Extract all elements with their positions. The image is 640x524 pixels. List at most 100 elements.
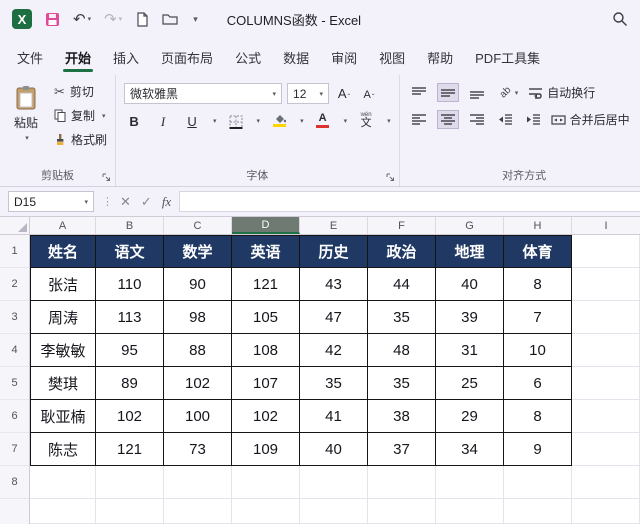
row-number[interactable]: 5: [0, 367, 29, 400]
empty-cell[interactable]: [164, 466, 232, 499]
decrease-font-button[interactable]: Aˇ: [359, 84, 379, 104]
table-cell[interactable]: 8: [504, 400, 572, 433]
qat-customize-button[interactable]: ▾: [191, 14, 198, 24]
underline-button[interactable]: U: [182, 111, 202, 131]
align-center-button[interactable]: [436, 110, 459, 129]
font-dialog-launcher[interactable]: [385, 172, 395, 182]
chevron-down-icon[interactable]: ▾: [257, 117, 261, 125]
row-number[interactable]: 1: [0, 235, 29, 268]
empty-cell[interactable]: [368, 499, 436, 524]
table-cell[interactable]: 6: [504, 367, 572, 400]
tab-review[interactable]: 审阅: [320, 38, 368, 75]
empty-cell[interactable]: [30, 466, 96, 499]
cut-button[interactable]: ✂ 剪切: [54, 83, 107, 100]
table-cell[interactable]: 9: [504, 433, 572, 466]
empty-cell[interactable]: [572, 367, 640, 400]
table-cell[interactable]: 89: [96, 367, 164, 400]
table-cell[interactable]: 102: [164, 367, 232, 400]
formula-input[interactable]: [179, 191, 640, 212]
table-cell[interactable]: 35: [368, 301, 436, 334]
table-cell[interactable]: 102: [96, 400, 164, 433]
name-box[interactable]: D15 ▾: [8, 191, 94, 212]
col-header-i[interactable]: I: [572, 217, 640, 234]
table-cell[interactable]: 周涛: [30, 301, 96, 334]
search-button[interactable]: [612, 11, 628, 27]
tab-insert[interactable]: 插入: [102, 38, 150, 75]
empty-cell[interactable]: [572, 268, 640, 301]
table-cell[interactable]: 李敏敏: [30, 334, 96, 367]
tab-formulas[interactable]: 公式: [224, 38, 272, 75]
table-header-cell[interactable]: 语文: [96, 235, 164, 268]
table-cell[interactable]: 121: [96, 433, 164, 466]
table-cell[interactable]: 37: [368, 433, 436, 466]
tab-help[interactable]: 帮助: [416, 38, 464, 75]
align-middle-button[interactable]: [436, 83, 459, 102]
table-header-cell[interactable]: 历史: [300, 235, 368, 268]
chevron-down-icon[interactable]: ▾: [344, 117, 348, 125]
merge-center-button[interactable]: 合并后居中: [551, 111, 630, 128]
table-cell[interactable]: 90: [164, 268, 232, 301]
font-family-select[interactable]: 微软雅黑 ▾: [124, 83, 283, 104]
table-cell[interactable]: 40: [436, 268, 504, 301]
tab-data[interactable]: 数据: [272, 38, 320, 75]
col-header-f[interactable]: F: [368, 217, 436, 234]
col-header-b[interactable]: B: [96, 217, 164, 234]
new-file-button[interactable]: [135, 11, 149, 27]
bold-button[interactable]: B: [124, 111, 144, 131]
table-cell[interactable]: 109: [232, 433, 300, 466]
col-header-c[interactable]: C: [164, 217, 232, 234]
paste-button[interactable]: 粘贴 ▾: [8, 83, 44, 148]
empty-cell[interactable]: [96, 466, 164, 499]
insert-function-button[interactable]: fx: [162, 194, 171, 210]
table-cell[interactable]: 113: [96, 301, 164, 334]
col-header-a[interactable]: A: [30, 217, 96, 234]
tab-file[interactable]: 文件: [6, 38, 54, 75]
table-cell[interactable]: 95: [96, 334, 164, 367]
table-cell[interactable]: 樊琪: [30, 367, 96, 400]
empty-cell[interactable]: [30, 499, 96, 524]
table-cell[interactable]: 41: [300, 400, 368, 433]
empty-cell[interactable]: [572, 499, 640, 524]
table-cell[interactable]: 107: [232, 367, 300, 400]
row-number[interactable]: 4: [0, 334, 29, 367]
decrease-indent-button[interactable]: [495, 110, 516, 129]
table-cell[interactable]: 39: [436, 301, 504, 334]
row-number[interactable]: 2: [0, 268, 29, 301]
align-left-button[interactable]: [408, 110, 430, 129]
table-cell[interactable]: 73: [164, 433, 232, 466]
italic-button[interactable]: I: [153, 111, 173, 131]
formula-enter-button[interactable]: ✓: [141, 194, 152, 210]
col-header-e[interactable]: E: [300, 217, 368, 234]
table-header-cell[interactable]: 数学: [164, 235, 232, 268]
empty-cell[interactable]: [504, 499, 572, 524]
table-cell[interactable]: 88: [164, 334, 232, 367]
col-header-h[interactable]: H: [504, 217, 572, 234]
empty-cell[interactable]: [572, 400, 640, 433]
chevron-down-icon[interactable]: ▾: [213, 117, 217, 125]
table-cell[interactable]: 25: [436, 367, 504, 400]
chevron-down-icon[interactable]: ▾: [387, 117, 391, 125]
fill-color-button[interactable]: [269, 111, 289, 131]
tab-view[interactable]: 视图: [368, 38, 416, 75]
table-cell[interactable]: 陈志: [30, 433, 96, 466]
align-right-button[interactable]: [466, 110, 488, 129]
align-bottom-button[interactable]: [466, 83, 488, 102]
table-cell[interactable]: 102: [232, 400, 300, 433]
table-cell[interactable]: 29: [436, 400, 504, 433]
copy-button[interactable]: 复制 ▾: [54, 107, 107, 124]
table-cell[interactable]: 110: [96, 268, 164, 301]
table-cell[interactable]: 10: [504, 334, 572, 367]
undo-button[interactable]: ↶ ▾: [73, 12, 91, 27]
table-cell[interactable]: 耿亚楠: [30, 400, 96, 433]
row-number[interactable]: 7: [0, 433, 29, 466]
row-number[interactable]: 3: [0, 301, 29, 334]
font-size-select[interactable]: 12 ▾: [287, 83, 330, 104]
table-cell[interactable]: 34: [436, 433, 504, 466]
table-cell[interactable]: 121: [232, 268, 300, 301]
table-cell[interactable]: 7: [504, 301, 572, 334]
phonetic-button[interactable]: wén 文: [356, 111, 376, 131]
table-header-cell[interactable]: 姓名: [30, 235, 96, 268]
align-top-button[interactable]: [408, 83, 430, 102]
empty-cell[interactable]: [300, 499, 368, 524]
table-cell[interactable]: 38: [368, 400, 436, 433]
